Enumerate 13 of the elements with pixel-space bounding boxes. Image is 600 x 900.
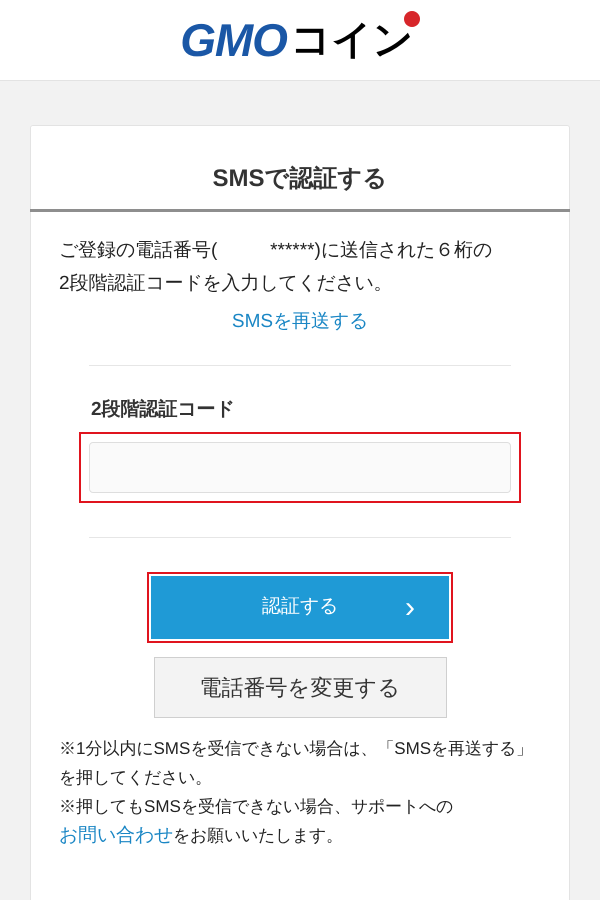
- change-phone-button[interactable]: 電話番号を変更する: [154, 657, 446, 718]
- contact-link[interactable]: お問い合わせ: [59, 825, 173, 846]
- note-text: ※押してもSMSを受信できない場合、サポートへの お問い合わせをお願いいたします。: [59, 796, 454, 848]
- code-input-field[interactable]: [89, 442, 511, 493]
- card-title: SMSで認証する: [30, 126, 570, 212]
- instruction-text: ご登録の電話番号( ******)に送信された６桁の 2段階認証コードを入力してください。: [59, 239, 493, 296]
- logo-brand: GMO: [180, 17, 287, 63]
- field-label: 2段階認証コード: [91, 398, 236, 422]
- verify-button[interactable]: 認証する ›: [151, 576, 449, 639]
- note-text: ※1分以内にSMSを受信できない場合は、「SMSを再送する」を押してください。: [59, 738, 534, 789]
- dot-icon: [404, 11, 420, 27]
- resend-sms-link[interactable]: SMSを再送する: [232, 308, 368, 336]
- logo-product: コイン: [290, 20, 414, 60]
